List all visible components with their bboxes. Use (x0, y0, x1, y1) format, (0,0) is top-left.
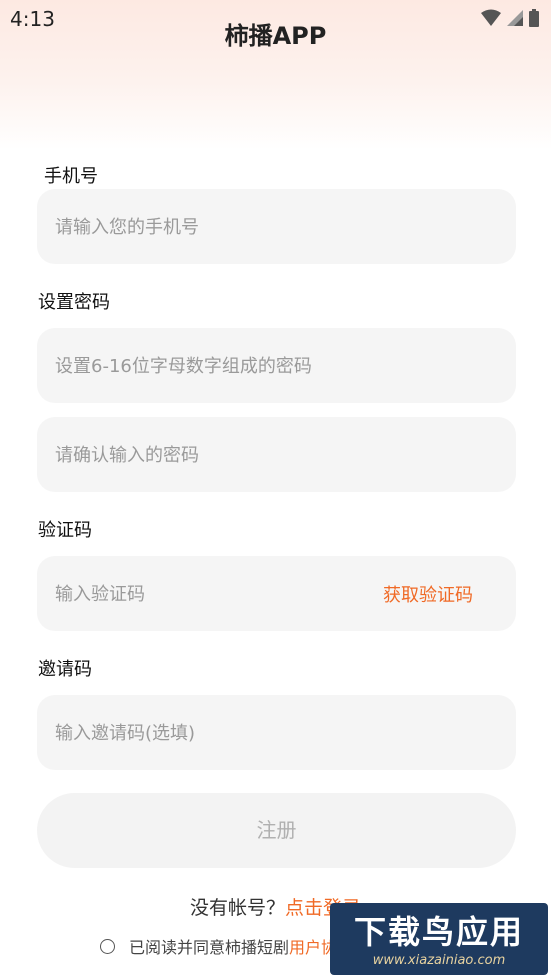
agreement-radio[interactable] (100, 938, 115, 954)
agreement-row: 已阅读并同意柿播短剧 用户协议 (100, 934, 353, 958)
get-code-button[interactable]: 获取验证码 (383, 581, 473, 607)
phone-input[interactable] (53, 189, 357, 266)
watermark-logo: 下载鸟应用 www.xiazainiao.com (330, 903, 548, 975)
page-title: 柿播APP (224, 22, 327, 50)
register-button[interactable]: 注册 (37, 793, 516, 868)
watermark-title: 下载鸟应用 (353, 913, 524, 951)
password-input[interactable] (53, 328, 497, 405)
invite-field-container (37, 695, 516, 772)
password-label: 设置密码 (38, 292, 110, 313)
invite-label: 邀请码 (38, 659, 92, 680)
phone-label: 手机号 (44, 166, 98, 187)
watermark-url: www.xiazainiao.com (372, 953, 506, 968)
password-field-container (37, 328, 516, 405)
phone-field-container (37, 189, 516, 266)
code-field-container: 获取验证码 (37, 556, 516, 633)
confirm-password-field-container (37, 417, 516, 494)
code-input[interactable] (53, 556, 337, 633)
code-label: 验证码 (38, 520, 92, 541)
confirm-password-input[interactable] (53, 417, 497, 494)
agreement-text: 已阅读并同意柿播短剧 (129, 938, 290, 957)
no-account-text: 没有帐号？ (189, 897, 285, 919)
invite-input[interactable] (53, 695, 357, 772)
